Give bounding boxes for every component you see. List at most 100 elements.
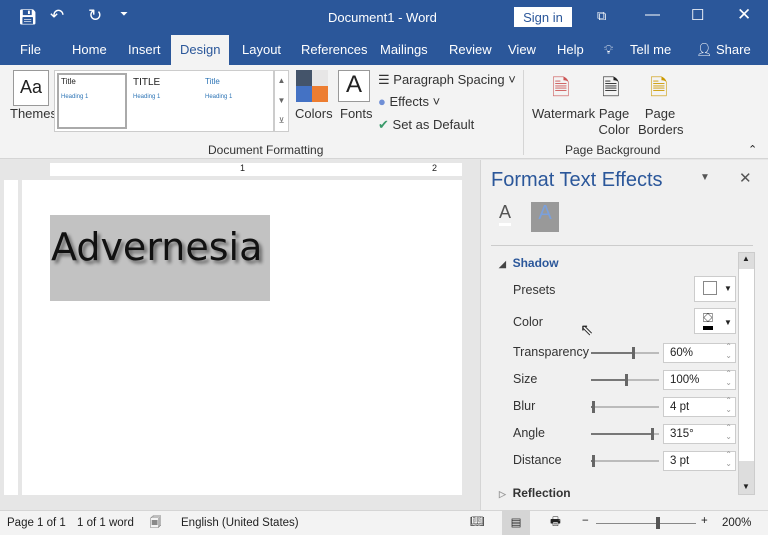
paragraph-spacing-button[interactable]: ☰ Paragraph Spacing ˅ [378, 72, 516, 88]
gallery-item[interactable]: Title Heading 1 [57, 73, 127, 129]
collapse-ribbon-icon[interactable]: ⌃ [748, 143, 757, 156]
proofing-icon[interactable]: 🗐︎ [150, 515, 162, 534]
row-label: Angle [513, 426, 545, 440]
save-icon[interactable]: 💾︎ [18, 8, 37, 26]
gallery-item[interactable]: Title Heading 1 [203, 75, 273, 129]
gallery-title: Title [205, 77, 220, 86]
slider-thumb[interactable] [592, 401, 596, 413]
pane-close-icon[interactable]: ✕ [739, 169, 752, 187]
gallery-title: Title [61, 77, 76, 86]
tab-layout[interactable]: Layout [242, 42, 281, 57]
tell-me-search[interactable]: Tell me [630, 42, 671, 57]
tab-home[interactable]: Home [72, 42, 107, 57]
paragraph-spacing-label: Paragraph Spacing [393, 72, 505, 87]
row-label: Size [513, 372, 538, 386]
check-circle-icon: ✔ [378, 117, 389, 132]
size-slider[interactable] [591, 374, 659, 386]
gallery-scroll[interactable]: ▲ ▼ ⊻ [274, 70, 289, 132]
transparency-spinner[interactable]: 60% [663, 342, 736, 363]
gallery-item[interactable]: TITLE Heading 1 [131, 75, 201, 129]
document-text[interactable]: Advernesia [51, 225, 262, 269]
scroll-up-icon[interactable]: ▲ [742, 254, 750, 263]
scrollbar-thumb[interactable] [739, 269, 754, 461]
shadow-section-header[interactable]: ◢ Shadow [499, 256, 559, 270]
fonts-icon[interactable]: A [338, 70, 370, 102]
angle-slider[interactable] [591, 428, 659, 440]
read-mode-icon[interactable]: 📖︎ [470, 514, 485, 528]
fonts-button[interactable]: Fonts [340, 106, 373, 121]
angle-spinner[interactable]: 315° [663, 423, 736, 444]
row-label: Blur [513, 399, 536, 413]
zoom-slider-thumb[interactable] [656, 517, 660, 529]
document-page[interactable]: Advernesia [22, 180, 462, 495]
slider-thumb[interactable] [625, 374, 628, 386]
tab-mailings[interactable]: Mailings [380, 42, 428, 57]
title-bar: 💾︎ ↶ ↻ ⏷ Document1 - Word Sign in ⧉ — ☐ … [0, 0, 768, 35]
zoom-in-icon[interactable]: + [701, 515, 708, 527]
customize-qat-icon[interactable]: ⏷ [120, 9, 128, 20]
watermark-button[interactable]: Watermark [532, 106, 595, 121]
redo-icon[interactable]: ↻ [88, 6, 102, 26]
themes-button[interactable]: Themes [10, 106, 57, 121]
web-layout-icon[interactable]: 🖶︎ [550, 514, 561, 533]
word-count[interactable]: 1 of 1 word [77, 517, 134, 529]
minimize-icon[interactable]: — [645, 6, 660, 23]
sign-in-button[interactable]: Sign in [514, 7, 572, 27]
slider-thumb[interactable] [650, 428, 654, 440]
tab-review[interactable]: Review [449, 42, 492, 57]
text-fill-outline-icon[interactable]: A [499, 202, 512, 226]
tab-help[interactable]: Help [557, 42, 584, 57]
colors-icon[interactable] [296, 70, 328, 102]
slider-thumb[interactable] [631, 347, 635, 359]
presets-dropdown[interactable]: ▼ [694, 276, 736, 302]
effects-button[interactable]: ● Effects ˅ [378, 94, 440, 109]
pane-options-icon[interactable]: ▼ [700, 172, 710, 183]
color-dropdown[interactable]: ⛋ ▼ [694, 308, 736, 334]
tab-design[interactable]: Design [171, 35, 230, 65]
blur-spinner[interactable]: 4 pt [663, 396, 736, 417]
page-count[interactable]: Page 1 of 1 [7, 517, 66, 529]
gallery-heading: Heading 1 [133, 94, 161, 100]
effects-icon: ● [378, 94, 386, 109]
tab-view[interactable]: View [508, 42, 536, 57]
reflection-section-header[interactable]: ▷ Reflection [499, 486, 571, 500]
blur-slider[interactable] [591, 401, 659, 413]
maximize-icon[interactable]: ☐ [691, 6, 704, 24]
transparency-slider[interactable] [591, 347, 659, 359]
share-button[interactable]: Share [716, 42, 751, 57]
ribbon: Aa Themes Title Heading 1 TITLE Heading 1 … [0, 65, 768, 159]
vertical-ruler[interactable] [4, 180, 18, 495]
page-borders-button[interactable]: Page Borders [638, 106, 684, 138]
preset-swatch [703, 281, 717, 295]
themes-icon[interactable]: Aa [13, 70, 49, 106]
ribbon-display-icon[interactable]: ⧉ [597, 8, 606, 24]
print-layout-icon[interactable]: ▤ [502, 511, 530, 535]
set-as-default-button[interactable]: ✔ Set as Default [378, 117, 474, 133]
scroll-down-icon[interactable]: ▼ [742, 482, 750, 491]
tab-references[interactable]: References [301, 42, 367, 57]
page-color-button[interactable]: Page Color [594, 106, 634, 138]
status-bar: Page 1 of 1 1 of 1 word 🗐︎ English (Unit… [0, 510, 768, 535]
watermark-icon: 🗎︎ [552, 75, 570, 100]
close-icon[interactable]: ✕ [737, 5, 751, 25]
distance-slider[interactable] [591, 455, 659, 467]
mouse-cursor-icon: ⇖ [580, 322, 594, 339]
ruler-number: 1 [240, 163, 246, 173]
distance-spinner[interactable]: 3 pt [663, 450, 736, 471]
zoom-level[interactable]: 200% [722, 517, 751, 529]
pane-title: Format Text Effects [491, 169, 663, 191]
size-spinner[interactable]: 100% [663, 369, 736, 390]
colors-button[interactable]: Colors [295, 106, 333, 121]
undo-icon[interactable]: ↶ [50, 6, 64, 26]
zoom-out-icon[interactable]: − [582, 515, 589, 527]
tab-insert[interactable]: Insert [128, 42, 161, 57]
zoom-slider[interactable] [596, 517, 696, 529]
paragraph-spacing-icon: ☰ [378, 72, 390, 87]
slider-thumb[interactable] [592, 455, 596, 467]
paint-bucket-icon: ⛋ [703, 310, 713, 330]
pane-scrollbar[interactable]: ▲ ▼ [738, 252, 755, 495]
horizontal-ruler[interactable]: 1 2 [0, 160, 478, 180]
tab-file[interactable]: File [20, 42, 41, 57]
language[interactable]: English (United States) [181, 517, 299, 529]
text-effects-icon[interactable]: A [531, 202, 559, 232]
